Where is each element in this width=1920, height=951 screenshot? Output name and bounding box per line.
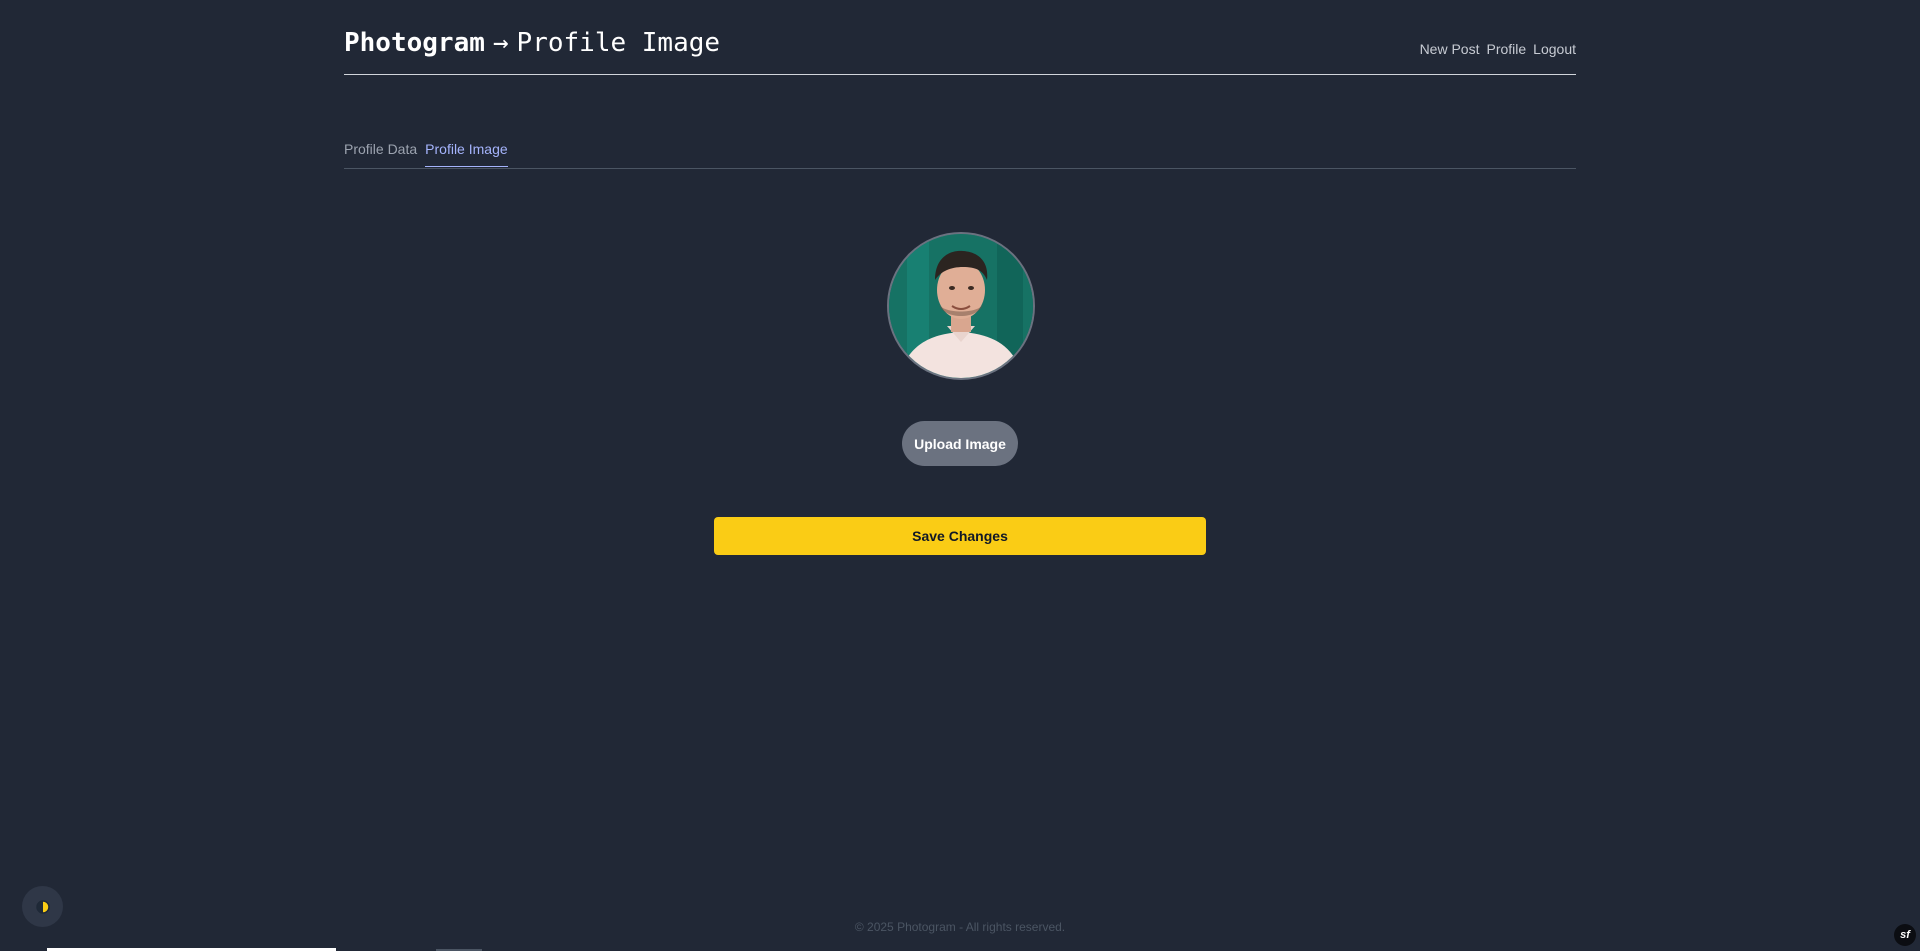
avatar xyxy=(887,232,1035,380)
theme-toggle-button[interactable] xyxy=(22,886,63,927)
avatar-photo xyxy=(889,234,1033,378)
tab-profile-image[interactable]: Profile Image xyxy=(425,140,508,167)
page: Photogram → Profile Image New Post Profile… xyxy=(0,0,1920,951)
nav-new-post-link[interactable]: New Post xyxy=(1420,41,1480,57)
symfony-icon[interactable]: sf xyxy=(1894,924,1916,946)
brand-name[interactable]: Photogram xyxy=(344,28,485,58)
nav-profile-link[interactable]: Profile xyxy=(1486,41,1526,57)
tab-profile-data[interactable]: Profile Data xyxy=(344,140,417,167)
nav-logout-link[interactable]: Logout xyxy=(1533,41,1576,57)
top-nav: New Post Profile Logout xyxy=(1420,41,1576,57)
save-changes-button[interactable]: Save Changes xyxy=(714,517,1206,555)
footer-copyright: © 2025 Photogram - All rights reserved. xyxy=(854,920,1066,934)
half-moon-icon xyxy=(35,899,50,914)
breadcrumb-section: Profile Image xyxy=(516,28,721,58)
page-title: Photogram → Profile Image xyxy=(344,30,720,56)
upload-image-button[interactable]: Upload Image xyxy=(902,421,1018,466)
breadcrumb-separator: → xyxy=(492,28,509,58)
header: Photogram → Profile Image New Post Profile… xyxy=(344,0,1576,75)
main-container: Photogram → Profile Image New Post Profile… xyxy=(344,0,1576,169)
profile-tabs: Profile Data Profile Image xyxy=(344,140,1576,169)
